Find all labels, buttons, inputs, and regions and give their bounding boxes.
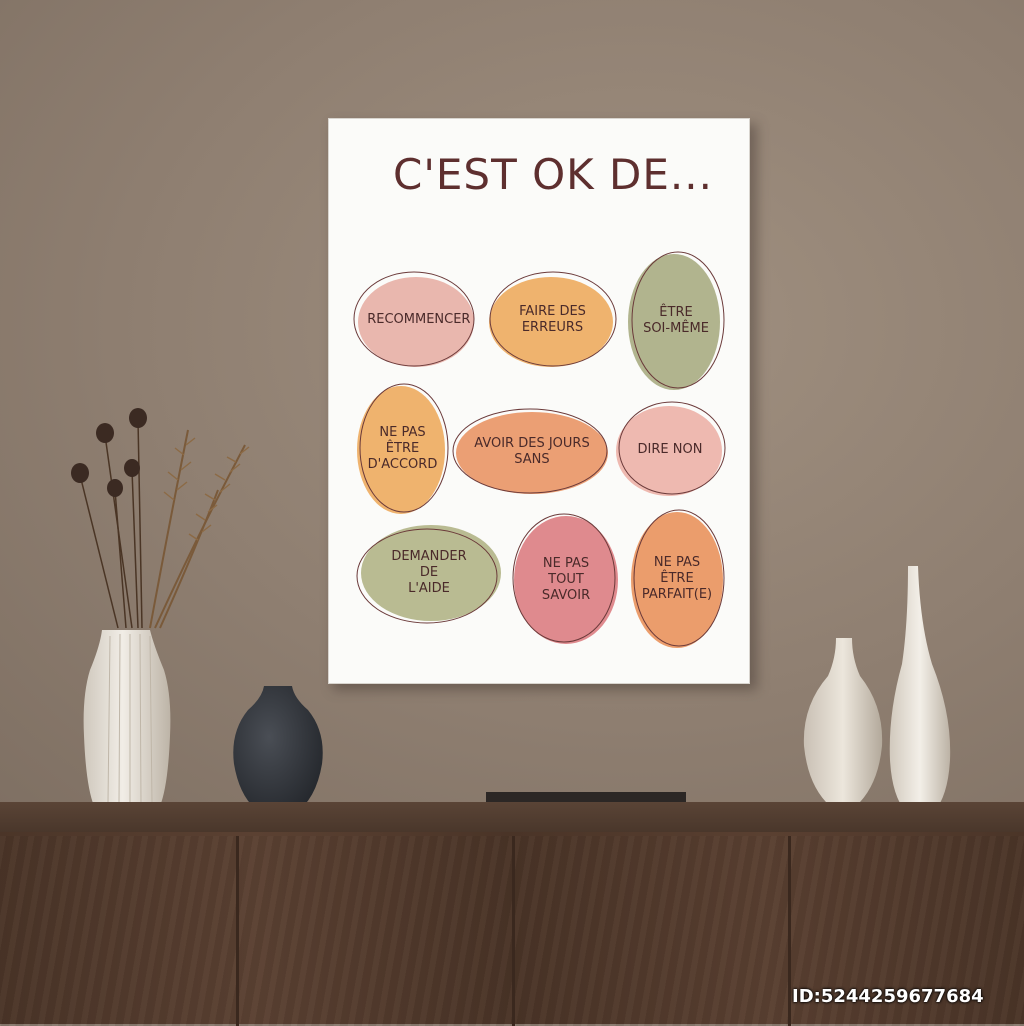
- watermark-id: ID:5244259677684: [792, 986, 984, 1007]
- blob-label: AVOIR DES JOURS SANS: [474, 436, 590, 467]
- blob-label: NE PAS ÊTRE D'ACCORD: [367, 425, 438, 472]
- blob-etre-soi-meme: ÊTRE SOI-MÊME: [626, 250, 726, 392]
- dark-vase: [233, 686, 323, 814]
- poster-title-text: C'EST OK DE...: [393, 150, 713, 199]
- blob-recommencer: RECOMMENCER: [353, 270, 477, 370]
- blob-label: NE PAS ÊTRE PARFAIT(E): [641, 555, 713, 602]
- blob-label: RECOMMENCER: [367, 312, 471, 327]
- blob-label: NE PAS TOUT SAVOIR: [541, 556, 591, 603]
- blob-label: DEMANDER DE L'AIDE: [391, 549, 467, 596]
- blob-ne-pas-etre-daccord: NE PAS ÊTRE D'ACCORD: [355, 382, 450, 516]
- blob-demander-de-laide: DEMANDER DE L'AIDE: [355, 522, 503, 624]
- white-vase: [83, 630, 171, 806]
- blob-ne-pas-etre-parfait: NE PAS ÊTRE PARFAIT(E): [628, 508, 726, 650]
- blob-dire-non: DIRE NON: [614, 401, 726, 498]
- blob-faire-des-erreurs: FAIRE DES ERREURS: [485, 270, 620, 370]
- blob-ne-pas-tout-savoir: NE PAS TOUT SAVOIR: [512, 512, 620, 648]
- cabinet-door: [236, 836, 512, 1026]
- blob-label: DIRE NON: [637, 442, 703, 457]
- tall-vase: [889, 566, 951, 812]
- small-vase: [803, 638, 883, 806]
- cabinet-top: [0, 802, 1024, 832]
- cabinet-door: [0, 836, 236, 1026]
- blob-label: FAIRE DES ERREURS: [519, 304, 586, 335]
- cabinet-door: [512, 836, 788, 1026]
- dried-flowers: [71, 408, 250, 629]
- blob-avoir-des-jours-sans: AVOIR DES JOURS SANS: [452, 408, 611, 496]
- poster-title: C'EST OK DE...: [0, 150, 1024, 199]
- blob-label: ÊTRE SOI-MÊME: [643, 305, 709, 336]
